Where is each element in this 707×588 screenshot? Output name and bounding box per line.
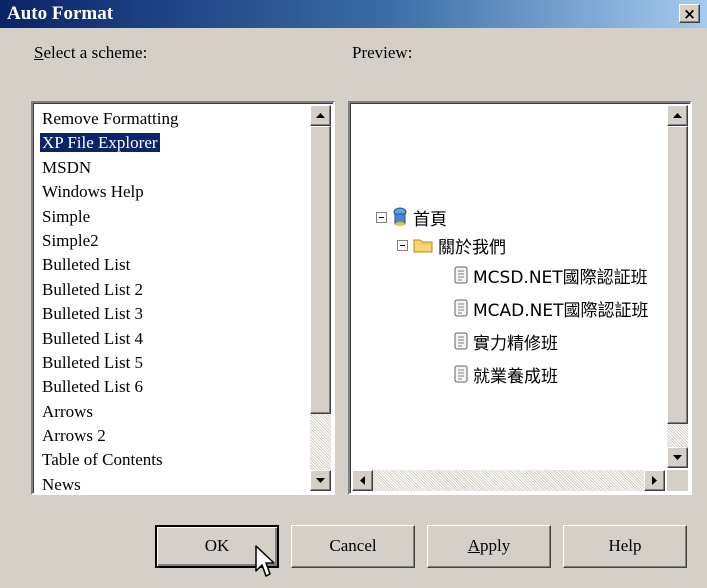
select-scheme-label: Select a scheme: <box>34 43 148 62</box>
preview-vscrollbar[interactable] <box>667 105 688 468</box>
apply-button[interactable]: Apply <box>427 525 551 568</box>
scroll-up-button[interactable] <box>667 105 688 126</box>
scheme-list-item[interactable]: Table of Contents <box>37 448 308 472</box>
scroll-down-button[interactable] <box>310 470 331 491</box>
scheme-label: Arrows <box>42 401 93 421</box>
help-button[interactable]: Help <box>563 525 687 568</box>
scheme-list-item[interactable]: XP File Explorer <box>37 131 308 155</box>
scheme-list-item[interactable]: Bulleted List 3 <box>37 302 308 326</box>
tree-node-page[interactable]: 實力精修班 <box>454 329 558 354</box>
page-icon <box>454 299 468 317</box>
collapse-icon[interactable] <box>397 239 408 251</box>
scheme-listbox[interactable]: Remove Formatting XP File Explorer MSDN Win… <box>31 101 335 495</box>
tree-label-page: 實力精修班 <box>473 333 558 354</box>
scheme-label: XP File Explorer <box>39 132 161 154</box>
preview-tree: 首頁 關於我們 MCSD.NET國際認証班 MCAD.NET國際認証班 實力精修班就… <box>350 103 665 468</box>
scroll-corner <box>667 470 688 491</box>
scheme-list-item[interactable]: Bulleted List 5 <box>37 351 308 375</box>
scheme-list-item[interactable]: Arrows <box>37 400 308 424</box>
scheme-list-scrollbar[interactable] <box>310 105 331 491</box>
preview-hscrollbar[interactable] <box>352 470 665 491</box>
arrow-down-icon <box>316 478 325 483</box>
tree-label-page: MCSD.NET國際認証班 <box>473 267 648 288</box>
tree-node-page[interactable]: MCSD.NET國際認証班 <box>454 263 648 288</box>
scheme-label: Arrows 2 <box>42 426 106 446</box>
scheme-list-item[interactable]: Bulleted List <box>37 253 308 277</box>
tree-label-folder: 關於我們 <box>438 237 506 258</box>
arrow-up-icon <box>316 113 325 118</box>
page-icon <box>454 332 468 350</box>
tree-label-page: 就業養成班 <box>473 366 558 387</box>
scheme-label: Bulleted List 6 <box>42 377 144 397</box>
scheme-label: Bulleted List 5 <box>42 352 144 372</box>
scheme-list-item[interactable]: Bulleted List 2 <box>37 278 308 302</box>
scheme-label: Remove Formatting <box>42 109 179 128</box>
scheme-list-item[interactable]: Simple <box>37 205 308 229</box>
scheme-label: Windows Help <box>42 182 144 202</box>
scheme-list-item[interactable]: News <box>37 473 308 497</box>
scheme-list-item[interactable]: MSDN <box>37 156 308 180</box>
scheme-list-item[interactable]: Remove Formatting <box>37 107 308 131</box>
page-icon <box>454 365 468 383</box>
cancel-button[interactable]: Cancel <box>291 525 415 568</box>
scheme-label: Bulleted List 4 <box>42 328 144 348</box>
scroll-down-button[interactable] <box>667 447 688 468</box>
scheme-label: News <box>42 474 81 494</box>
scheme-list-item[interactable]: Simple2 <box>37 229 308 253</box>
scheme-label: Bulleted List 3 <box>42 304 144 324</box>
tree-node-page[interactable]: MCAD.NET國際認証班 <box>454 296 649 321</box>
scheme-list-item[interactable]: Windows Help <box>37 180 308 204</box>
title-bar: Auto Format × <box>0 0 707 28</box>
tree-node-root[interactable]: 首頁 <box>376 205 447 230</box>
scroll-right-button[interactable] <box>644 470 665 491</box>
tree-node-page[interactable]: 就業養成班 <box>454 362 558 387</box>
scheme-list-item[interactable]: Bulleted List 4 <box>37 327 308 351</box>
close-button[interactable]: × <box>679 4 700 23</box>
arrow-up-icon <box>673 113 682 118</box>
site-icon <box>393 207 407 226</box>
scheme-label: Simple2 <box>42 230 99 250</box>
folder-icon <box>413 239 433 253</box>
scheme-label: Bulleted List 2 <box>42 279 144 299</box>
arrow-left-icon <box>360 476 365 485</box>
scheme-label: MSDN <box>42 157 92 177</box>
tree-node-folder[interactable]: 關於我們 <box>397 233 506 258</box>
scheme-list-items: Remove Formatting XP File Explorer MSDN Win… <box>37 107 308 497</box>
page-icon <box>454 266 468 284</box>
mouse-pointer-icon <box>255 545 275 577</box>
preview-label: Preview: <box>352 43 413 62</box>
arrow-down-icon <box>673 455 682 460</box>
scroll-up-button[interactable] <box>310 105 331 126</box>
arrow-right-icon <box>652 476 657 485</box>
scrollbar-thumb[interactable] <box>310 126 331 414</box>
tree-label-page: MCAD.NET國際認証班 <box>473 300 649 321</box>
scheme-label: Bulleted List <box>42 255 131 275</box>
scheme-label: Table of Contents <box>42 450 163 470</box>
preview-pane: 首頁 關於我們 MCSD.NET國際認証班 MCAD.NET國際認証班 實力精修班就… <box>348 101 692 495</box>
scroll-left-button[interactable] <box>352 470 373 491</box>
close-icon: × <box>683 5 696 23</box>
scheme-label: Simple <box>42 206 91 226</box>
scheme-list-item[interactable]: Bulleted List 6 <box>37 375 308 399</box>
collapse-icon[interactable] <box>376 211 387 223</box>
tree-label-root: 首頁 <box>413 209 447 230</box>
scrollbar-thumb[interactable] <box>667 126 688 424</box>
dialog-title: Auto Format <box>7 3 114 24</box>
scheme-list-item[interactable]: Arrows 2 <box>37 424 308 448</box>
